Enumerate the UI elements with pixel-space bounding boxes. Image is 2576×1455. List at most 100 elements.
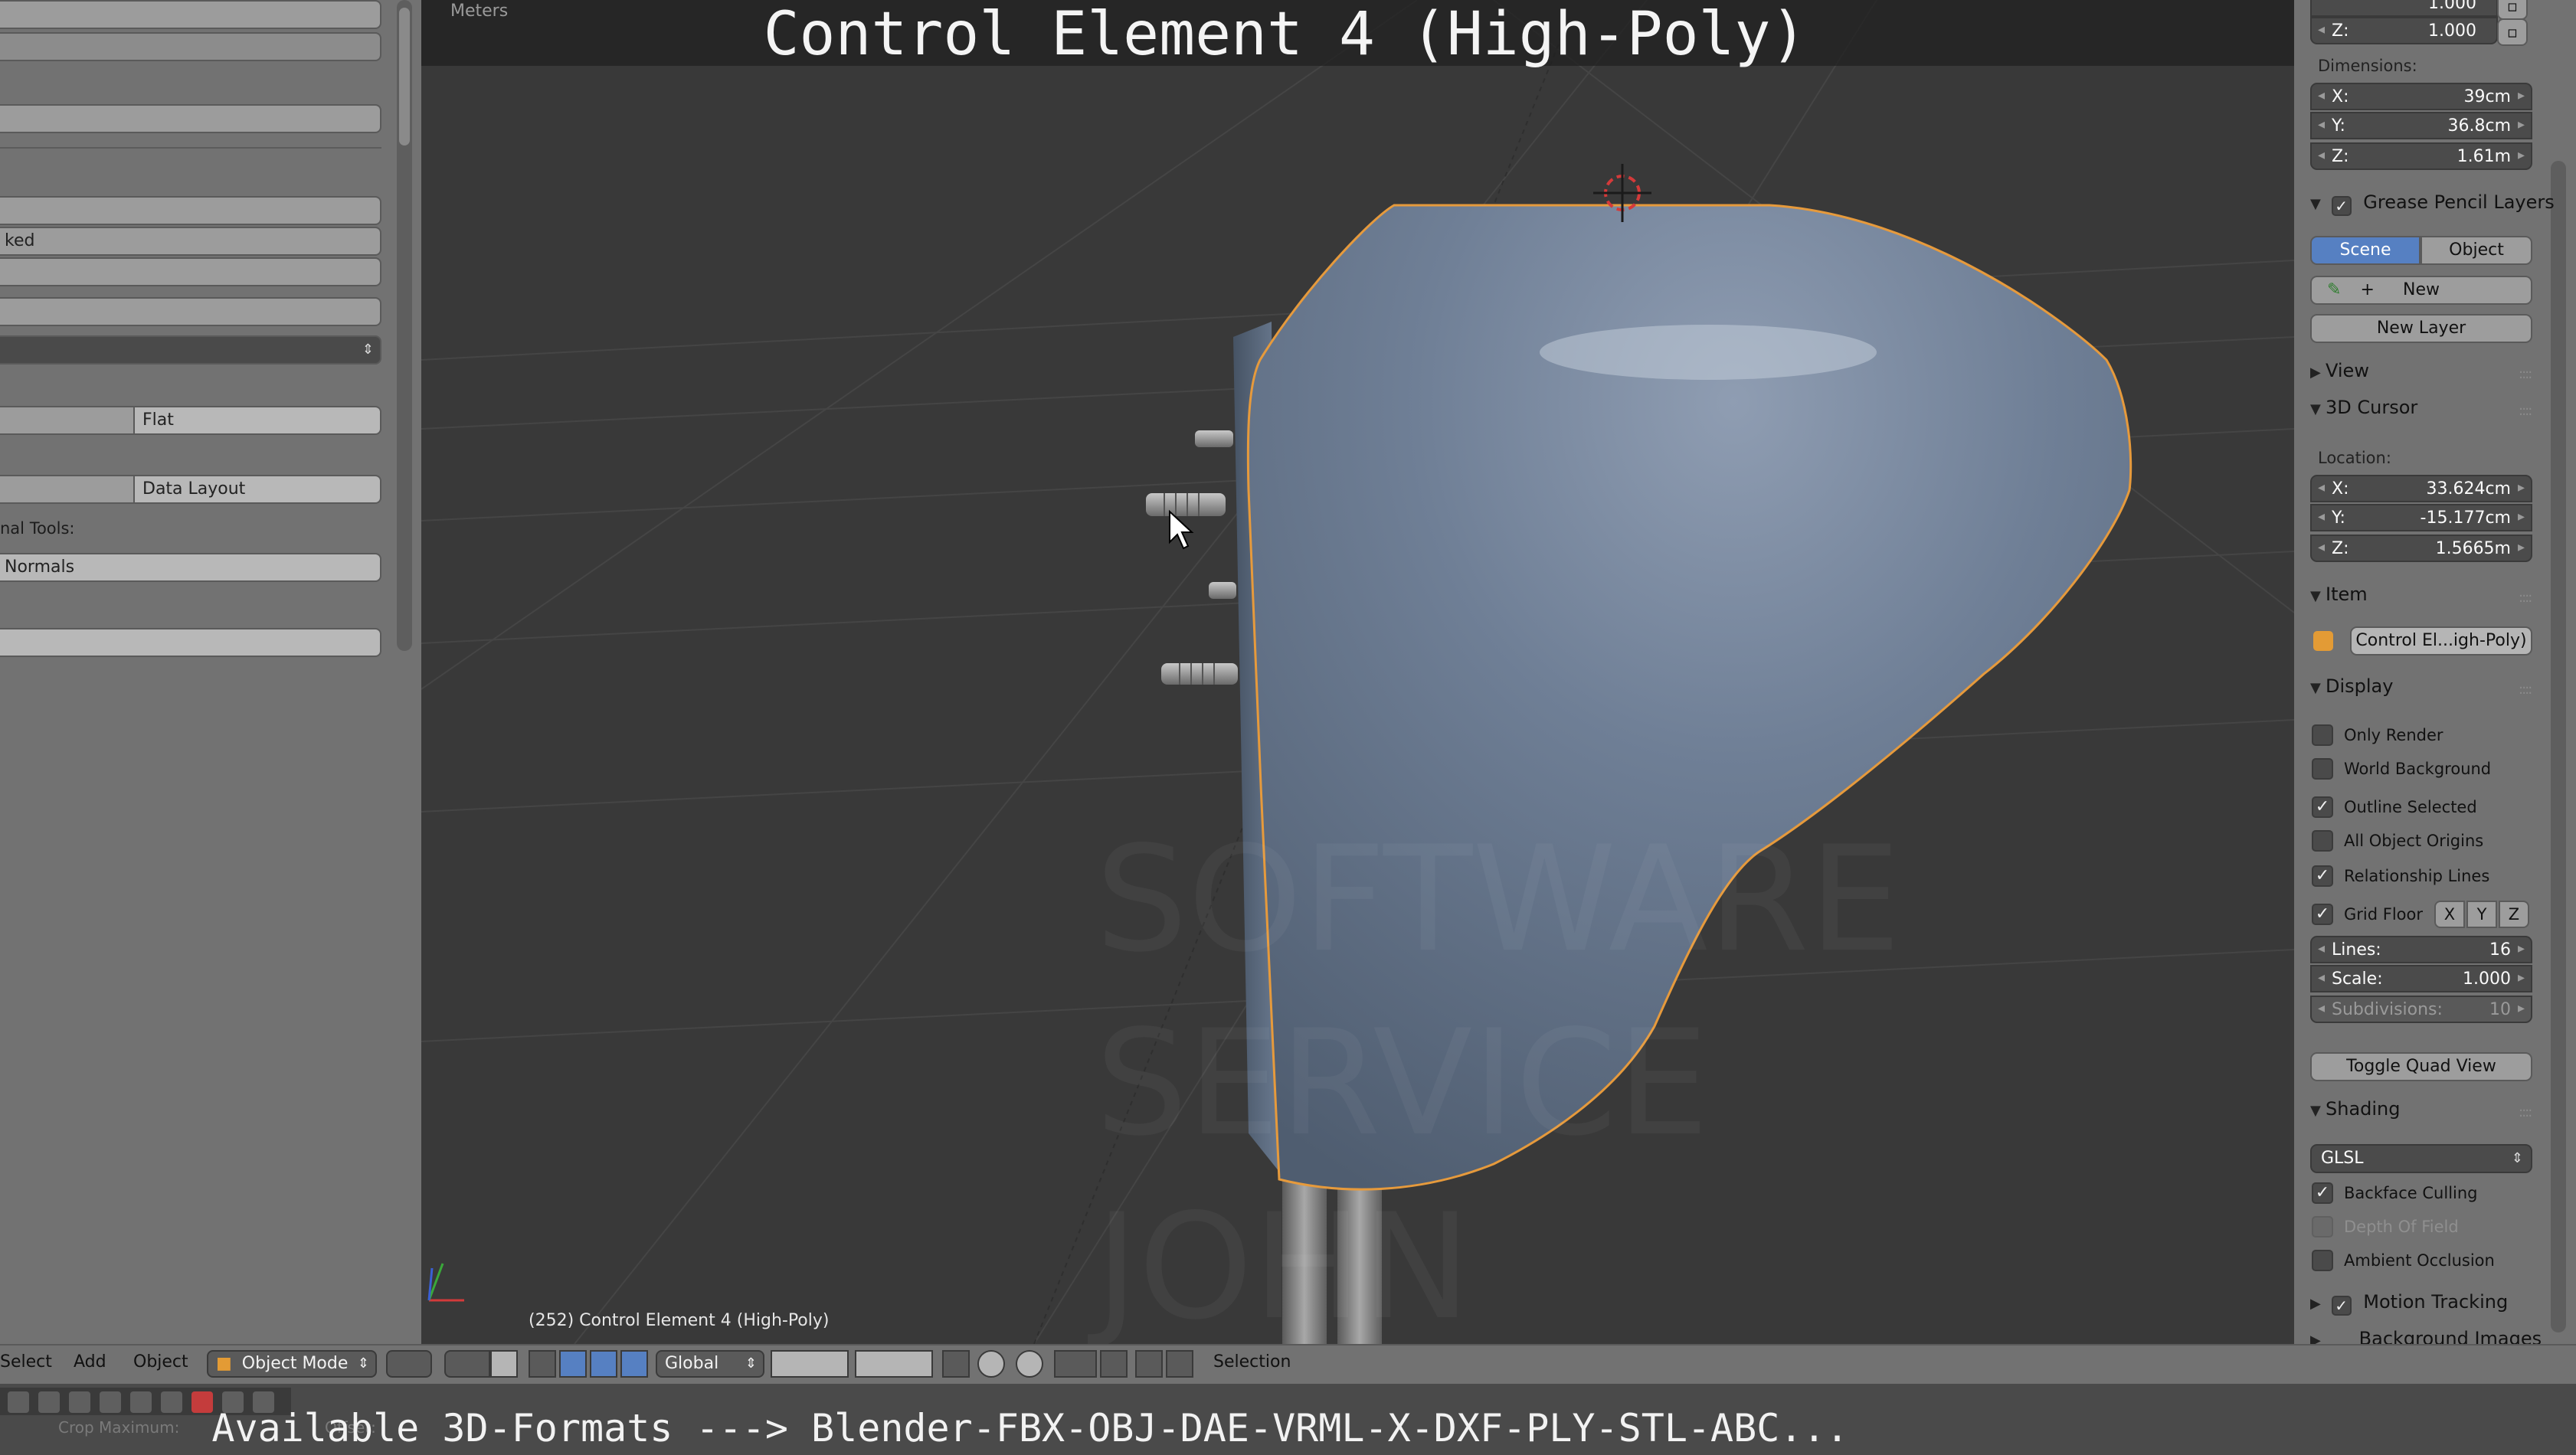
backface-culling-checkbox[interactable]: ✓ [2312,1182,2333,1204]
drag-handle-icon[interactable]: :::: [2519,590,2532,606]
cursor-z-field[interactable]: ◂ Z: 1.5665m ▸ [2310,535,2532,562]
tool-row-ked[interactable]: ked [0,227,381,256]
scale-manipulator-icon[interactable] [620,1350,648,1378]
grid-scale-field[interactable]: ◂ Scale: 1.000 ▸ [2310,965,2532,992]
shading-flat-button[interactable]: Flat [135,406,381,435]
snap-element-icon[interactable] [1054,1350,1097,1378]
drag-handle-icon[interactable]: :::: [2519,1104,2532,1120]
data-layout-row[interactable]: Data Layout [0,475,381,504]
proportional-falloff-icon[interactable] [1016,1350,1043,1378]
lock-icon[interactable]: ▫ [2497,0,2528,20]
new-layer-button[interactable]: New Layer [2310,314,2532,343]
outline-selected-checkbox[interactable]: ✓ [2312,796,2333,818]
layer-lock-icon[interactable] [942,1350,970,1378]
object-name-field[interactable]: Control El...igh-Poly) [2350,626,2532,656]
tool-row-7[interactable] [0,628,381,657]
specular-highlight [1540,325,1877,380]
cursor-y-field[interactable]: ◂ Y: -15.177cm ▸ [2310,504,2532,531]
dimension-z-field[interactable]: ◂ Z: 1.61m ▸ [2310,142,2532,170]
scrollbar-thumb[interactable] [399,8,410,146]
dimension-y-field[interactable]: ◂ Y: 36.8cm ▸ [2310,112,2532,139]
object-menu[interactable]: Object [133,1352,188,1372]
collapse-triangle-icon: ▼ [2310,680,2321,696]
snap-target-icon[interactable] [1100,1350,1128,1378]
motion-tracking-checkbox[interactable]: ✓ [2331,1296,2352,1316]
cursor-x-field[interactable]: ◂ X: 33.624cm ▸ [2310,475,2532,502]
grease-pencil-scene-tab[interactable]: Scene [2310,236,2421,265]
grid-axis-x-toggle[interactable]: X [2434,901,2465,928]
properties-scrollbar[interactable] [2551,161,2566,1332]
pivot-point-icon[interactable] [444,1350,490,1378]
limit-selection-icon[interactable] [490,1350,518,1378]
all-object-origins-checkbox[interactable] [2312,830,2333,852]
scale-z-field[interactable]: ◂ Z: 1.000 [2310,17,2498,44]
transform-orientation-select[interactable]: Global ⇕ [656,1350,764,1378]
object-cube-icon [2313,631,2333,651]
drag-handle-icon[interactable]: :::: [2519,682,2532,698]
grid-axis-y-toggle[interactable]: Y [2466,901,2497,928]
toggle-quad-view-button[interactable]: Toggle Quad View [2310,1052,2532,1081]
background-images-panel-header[interactable]: ▶ Background Images [2310,1328,2559,1344]
shading-row[interactable]: Flat [0,406,381,435]
grid-floor-checkbox[interactable]: ✓ [2312,904,2333,925]
render-animation-icon[interactable] [1166,1350,1193,1378]
tool-row-6[interactable] [0,297,381,326]
relationship-lines-checkbox[interactable]: ✓ [2312,865,2333,887]
expand-triangle-icon: ▶ [2310,1332,2321,1344]
grid-floor-label: Grid Floor [2344,905,2423,924]
updown-arrows-icon: ⇕ [357,1355,369,1372]
normals-button[interactable]: Normals [0,553,381,582]
svg-text:SERVICE: SERVICE [1095,999,1709,1168]
object-mode-select[interactable]: ■ Object Mode ⇕ [207,1350,377,1378]
select-menu[interactable]: Select [0,1352,52,1372]
collapse-triangle-icon: ▼ [2310,1103,2321,1119]
only-render-checkbox[interactable] [2312,724,2333,746]
scale-y-field[interactable]: 1.000 [2310,0,2498,17]
tool-row-4[interactable] [0,196,381,225]
translate-manipulator-icon[interactable] [559,1350,587,1378]
rotate-manipulator-icon[interactable] [590,1350,617,1378]
grease-pencil-object-tab[interactable]: Object [2421,236,2532,265]
all-object-origins-label: All Object Origins [2344,832,2484,850]
collapse-triangle-icon: ▼ [2310,196,2321,212]
relationship-lines-label: Relationship Lines [2344,867,2490,885]
ambient-occlusion-checkbox[interactable] [2312,1250,2333,1271]
add-menu[interactable]: Add [74,1352,106,1372]
watermark: SOFTWARE SERVICE JOHN [1088,815,1901,1344]
world-background-label: World Background [2344,760,2492,778]
drag-handle-icon[interactable]: :::: [2519,366,2532,382]
viewport-scene: SOFTWARE SERVICE JOHN [421,0,2294,1344]
page-title: Control Element 4 (High-Poly) [763,0,1807,69]
grease-pencil-panel-header[interactable]: ▼ ✓ Grease Pencil Layers [2310,191,2559,222]
layer-buttons-1[interactable] [771,1350,849,1378]
tool-row-5[interactable] [0,257,381,286]
tool-row-1[interactable] [0,0,381,29]
shading-mode-select[interactable]: GLSL ⇕ [2310,1144,2532,1173]
viewport-shading-icon[interactable] [386,1350,432,1378]
world-background-checkbox[interactable] [2312,758,2333,780]
grease-pencil-new-button[interactable]: ✎ + New [2310,276,2532,305]
only-render-label: Only Render [2344,726,2443,744]
grid-subdivisions-field: ◂ Subdivisions: 10 ▸ [2310,996,2532,1023]
tool-dropdown[interactable]: ⇕ [0,335,381,365]
updown-arrows-icon: ⇕ [745,1355,757,1372]
dimension-x-field[interactable]: ◂ X: 39cm ▸ [2310,83,2532,110]
ambient-occlusion-label: Ambient Occlusion [2344,1251,2495,1270]
data-layout-button[interactable]: Data Layout [135,475,381,504]
drag-handle-icon[interactable]: :::: [2519,403,2532,419]
lock-icon[interactable]: ▫ [2497,18,2528,46]
svg-text:SOFTWARE: SOFTWARE [1095,815,1901,984]
proportional-editing-icon[interactable] [977,1350,1005,1378]
tool-row-3[interactable] [0,104,381,133]
layer-buttons-2[interactable] [855,1350,933,1378]
collapse-triangle-icon: ▼ [2310,588,2321,604]
grid-lines-field[interactable]: ◂ Lines: 16 ▸ [2310,936,2532,963]
3d-viewport[interactable]: SOFTWARE SERVICE JOHN [421,0,2294,1344]
grid-axis-z-toggle[interactable]: Z [2499,901,2529,928]
tool-row-2[interactable] [0,32,381,61]
manipulator-icon[interactable] [529,1350,556,1378]
cursor-location-label: Location: [2318,449,2391,467]
motion-tracking-panel-header[interactable]: ▶ ✓ Motion Tracking [2310,1291,2559,1322]
render-preview-icon[interactable] [1135,1350,1163,1378]
checkbox-checked[interactable]: ✓ [2331,196,2352,216]
